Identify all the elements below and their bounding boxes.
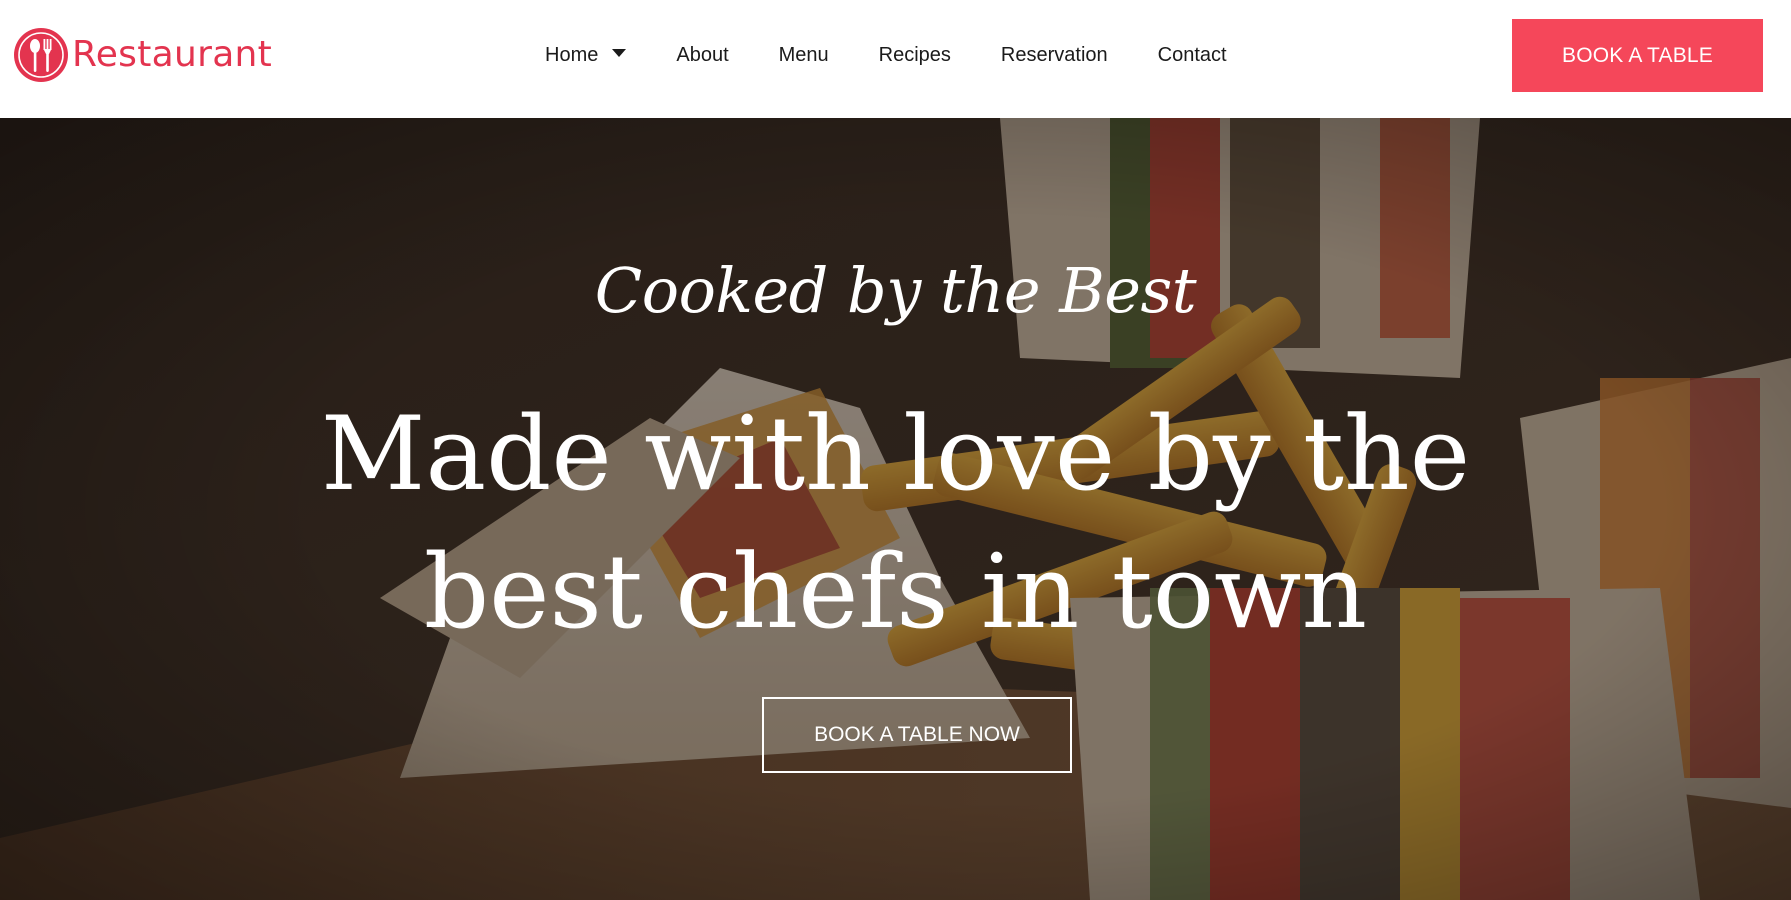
book-table-button[interactable]: BOOK A TABLE — [1512, 19, 1763, 92]
site-header: Restaurant Home About Menu Recipes Reser… — [0, 0, 1791, 118]
nav-item-contact[interactable]: Contact — [1133, 35, 1252, 75]
hero-title-line-2: best chefs in town — [423, 533, 1368, 652]
hero-section: Cooked by the Best Made with love by the… — [0, 118, 1791, 900]
nav-item-recipes[interactable]: Recipes — [854, 35, 976, 75]
nav-item-label: Contact — [1157, 43, 1227, 66]
nav-item-about[interactable]: About — [651, 35, 753, 75]
nav-item-label: About — [676, 43, 729, 66]
nav-item-label: Reservation — [1000, 43, 1108, 66]
hero-title: Made with love by the best chefs in town — [0, 386, 1791, 662]
nav-item-label: Menu — [778, 43, 829, 66]
hero-subtitle: Cooked by the Best — [594, 254, 1197, 327]
logo-link[interactable]: Restaurant — [12, 26, 272, 84]
hero-title-line-1: Made with love by the — [320, 395, 1471, 514]
fork-spoon-icon — [14, 28, 68, 82]
nav-item-label: Recipes — [878, 43, 951, 66]
brand-name: Restaurant — [72, 34, 273, 75]
main-nav: Home About Menu Recipes Reservation Cont… — [520, 0, 1252, 110]
nav-item-home[interactable]: Home — [520, 35, 651, 75]
nav-item-label: Home — [545, 43, 599, 66]
nav-item-menu[interactable]: Menu — [754, 35, 854, 75]
book-table-now-button[interactable]: BOOK A TABLE NOW — [762, 697, 1072, 773]
nav-item-reservation[interactable]: Reservation — [976, 35, 1133, 75]
caret-down-icon[interactable] — [612, 49, 627, 57]
